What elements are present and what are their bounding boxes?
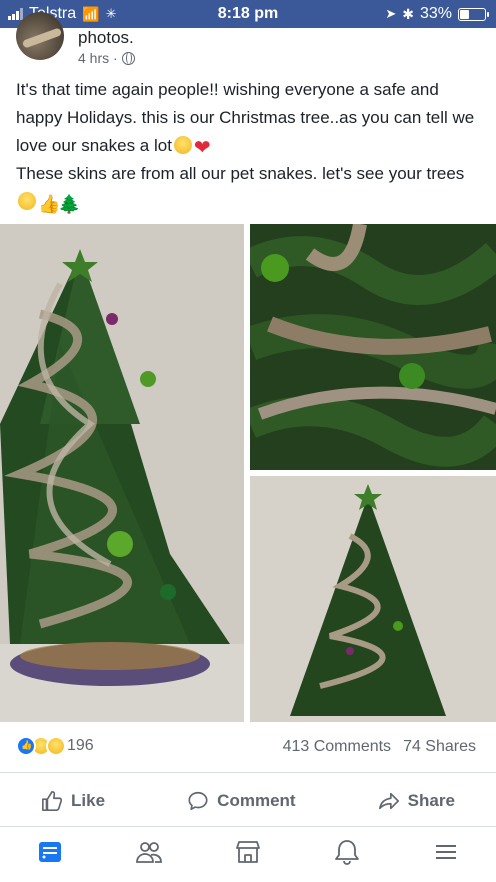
tab-news-feed[interactable] bbox=[35, 837, 65, 872]
hamburger-menu-icon bbox=[436, 845, 457, 859]
share-button[interactable]: Share bbox=[378, 790, 455, 812]
tab-marketplace[interactable] bbox=[233, 837, 263, 872]
laughing-emoji-icon bbox=[173, 136, 192, 154]
avatar[interactable] bbox=[16, 12, 64, 60]
heart-emoji-icon: ❤ bbox=[193, 137, 211, 159]
marketplace-icon bbox=[236, 841, 260, 863]
reactions-count: 196 bbox=[67, 737, 94, 754]
haha-reaction-icon bbox=[46, 736, 66, 756]
like-button[interactable]: Like bbox=[41, 790, 105, 812]
status-right: ➤ ✱ 33% bbox=[385, 5, 489, 23]
divider bbox=[0, 772, 496, 773]
christmas-tree-emoji-icon: 🌲 bbox=[58, 194, 81, 214]
photo-tree-closeup[interactable] bbox=[250, 224, 496, 470]
post-text: It's that time again people!! wishing ev… bbox=[16, 76, 486, 216]
share-arrow-icon bbox=[378, 792, 399, 810]
post-actions: Like Comment Share bbox=[0, 778, 496, 824]
tab-friends[interactable] bbox=[134, 837, 164, 872]
comment-button[interactable]: Comment bbox=[187, 790, 296, 812]
engagement-counts: 413 Comments 74 Shares bbox=[283, 738, 476, 756]
reaction-icons bbox=[16, 736, 66, 756]
comment-icon bbox=[188, 791, 208, 811]
tab-menu[interactable] bbox=[431, 837, 461, 872]
friends-icon bbox=[135, 842, 162, 863]
post-meta: 4 hrs · bbox=[78, 50, 135, 66]
thumbs-up-icon bbox=[42, 791, 63, 811]
post-text-line2: These skins are from all our pet snakes.… bbox=[16, 164, 465, 183]
shares-count[interactable]: 74 Shares bbox=[403, 738, 476, 756]
bottom-tab-bar bbox=[0, 826, 496, 882]
reactions-summary[interactable]: 196 bbox=[16, 736, 94, 756]
location-icon: ➤ bbox=[385, 6, 397, 21]
like-label: Like bbox=[71, 791, 106, 810]
post-header: photos. 4 hrs · bbox=[0, 12, 496, 68]
photo-tree-far[interactable] bbox=[250, 476, 496, 722]
thumbs-up-emoji-icon: 👍 bbox=[38, 194, 61, 214]
comment-label: Comment bbox=[217, 791, 296, 810]
battery-percent: 33% bbox=[419, 5, 452, 22]
tongue-out-emoji-icon bbox=[18, 192, 36, 210]
battery-icon bbox=[458, 7, 489, 21]
share-label: Share bbox=[407, 791, 455, 810]
tab-notifications[interactable] bbox=[332, 837, 362, 872]
news-feed-icon bbox=[38, 842, 61, 862]
globe-icon bbox=[121, 51, 135, 65]
post-text-line1: It's that time again people!! wishing ev… bbox=[16, 80, 475, 155]
bluetooth-icon: ✱ bbox=[402, 5, 414, 22]
bell-icon bbox=[335, 840, 360, 865]
post-time[interactable]: 4 hrs · bbox=[78, 50, 118, 66]
like-reaction-icon bbox=[16, 736, 36, 756]
post-title-fragment[interactable]: photos. bbox=[78, 28, 134, 48]
photo-grid bbox=[0, 224, 496, 722]
photo-tree-full[interactable] bbox=[0, 224, 244, 722]
comments-count[interactable]: 413 Comments bbox=[283, 738, 392, 756]
status-bar: Telstra 📶 ✳ 8:18 pm ➤ ✱ 33% bbox=[0, 0, 496, 28]
